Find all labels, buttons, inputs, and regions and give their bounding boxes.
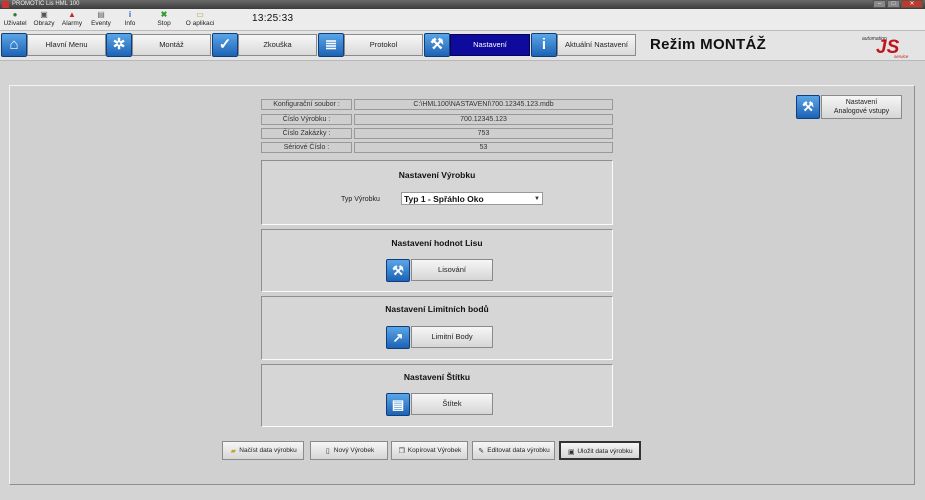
limit-points-button[interactable]: Limitní Body [411,326,493,348]
section-title: Nastavení hodnot Lisu [391,238,483,248]
analog-inputs-line1: Nastavení [845,99,878,106]
toolbar-about-button[interactable]: ▭ O aplikaci [184,10,216,30]
new-product-button[interactable]: ▯ Nový Výrobek [310,441,388,460]
save-product-label: Uložit data výrobku [577,448,633,455]
window-title: PROMOTIC Lis HML 100 [12,1,80,7]
events-icon: ▤ [97,10,105,19]
section-title: Nastavení Limitních bodů [385,304,489,314]
info-value: 53 [354,142,613,153]
images-icon: ▣ [40,10,48,19]
copy-product-button[interactable]: ❐ Kopírovat Výrobek [391,441,468,460]
app-icon [2,1,9,8]
product-type-label: Typ Výrobku [341,196,380,203]
new-document-icon: ▯ [325,448,330,455]
save-product-button[interactable]: ▣ Uložit data výrobku [559,441,641,460]
folder-open-icon: ▰ [230,448,236,455]
company-logo: automation JS service [862,36,916,60]
toolbar-stop-button[interactable]: ✖ Stop [149,10,179,30]
check-icon[interactable]: ✓ [212,33,238,57]
info-value: 700.12345.123 [354,114,613,125]
nav-montaz[interactable]: Montáž [132,34,211,56]
info-value: C:\HML100\NASTAVENI\700.12345.123.mdb [354,99,613,110]
toolbar-alarms-button[interactable]: ▲ Alarmy [57,10,87,30]
product-type-select[interactable]: Typ 1 - Spřáhlo Oko ▼ [401,192,543,205]
maximize-icon[interactable]: □ [887,0,900,8]
info-label: Konfigurační soubor : [261,99,352,110]
load-product-label: Načíst data výrobku [239,447,297,454]
section-press-settings: Nastavení hodnot Lisu ⚒ Lisování [261,229,613,292]
gears-icon[interactable]: ✲ [106,33,132,57]
info-row-config-file: Konfigurační soubor : C:\HML100\NASTAVEN… [261,99,613,110]
wrench-icon[interactable]: ⚒ [386,259,410,282]
product-type-value: Typ 1 - Spřáhlo Oko [404,194,484,204]
info-value: 753 [354,128,613,139]
toolbar-stop-label: Stop [157,20,171,27]
edit-product-label: Editovat data výrobku [487,447,550,454]
dropdown-arrow-icon: ▼ [534,196,540,202]
document-icon[interactable]: ≣ [318,33,344,57]
info-row-product-number: Číslo Výrobku : 700.12345.123 [261,114,613,125]
toolbar-about-label: O aplikaci [185,20,215,27]
clock-display: 13:25:33 [252,13,294,24]
copy-product-label: Kopírovat Výrobek [407,447,462,454]
section-title: Nastavení Výrobku [398,170,476,180]
toolbar-images-button[interactable]: ▣ Obrazy [29,10,59,30]
window-titlebar: PROMOTIC Lis HML 100 – □ ✕ [0,0,925,9]
minimize-icon[interactable]: – [873,0,886,8]
nav-zkouska[interactable]: Zkouška [238,34,317,56]
label-button[interactable]: Štítek [411,393,493,415]
logo-line2: service [894,54,909,59]
info-icon[interactable]: i [531,33,557,57]
toolbar-user-button[interactable]: ● Uživatel [0,10,30,30]
press-button[interactable]: Lisování [411,259,493,281]
toolbar-alarms-label: Alarmy [61,20,83,27]
toolbar-user-label: Uživatel [3,20,27,27]
mode-title: Režim MONTÁŽ [650,36,767,53]
nav-nastaveni[interactable]: Nastavení [450,34,530,56]
alarm-icon: ▲ [68,10,76,19]
edit-icon: ✎ [478,448,485,455]
nav-hlavni-menu[interactable]: Hlavní Menu [27,34,106,56]
toolbar-events-button[interactable]: ▤ Eventy [86,10,116,30]
wrench-icon[interactable]: ⚒ [424,33,450,57]
section-limit-settings: Nastavení Limitních bodů ↗ Limitní Body [261,296,613,360]
toolbar-info-label: Info [124,20,136,27]
info-row-order-number: Číslo Zakázky : 753 [261,128,613,139]
section-product-settings: Nastavení Výrobku Typ Výrobku Typ 1 - Sp… [261,160,613,225]
toolbar-events-label: Eventy [91,20,111,27]
info-icon: i [128,10,132,19]
info-row-serial-number: Sériové Číslo : 53 [261,142,613,153]
info-label: Sériové Číslo : [261,142,352,153]
chart-icon[interactable]: ↗ [386,326,410,349]
about-icon: ▭ [196,10,204,19]
new-product-label: Nový Výrobek [333,447,375,454]
window-controls: – □ ✕ [873,0,923,9]
stop-icon: ✖ [160,10,168,19]
nav-protokol[interactable]: Protokol [344,34,423,56]
nav-aktualni-nastaveni[interactable]: Aktuální Nastavení [557,34,636,56]
printer-icon[interactable]: ▤ [386,393,410,416]
section-title: Nastavení Štítku [403,372,471,382]
info-label: Číslo Zakázky : [261,128,352,139]
copy-icon: ❐ [398,448,405,455]
load-product-button[interactable]: ▰ Načíst data výrobku [222,441,304,460]
toolbar-images-label: Obrazy [33,20,55,27]
section-label-settings: Nastavení Štítku ▤ Štítek [261,364,613,427]
wrench-icon[interactable]: ⚒ [796,95,820,119]
info-label: Číslo Výrobku : [261,114,352,125]
analog-inputs-button[interactable]: Nastavení Analogové vstupy [821,95,902,119]
home-icon[interactable]: ⌂ [1,33,27,57]
analog-inputs-line2: Analogové vstupy [833,108,890,115]
save-icon: ▣ [568,449,575,456]
edit-product-button[interactable]: ✎ Editovat data výrobku [472,441,555,460]
close-icon[interactable]: ✕ [901,0,923,8]
top-toolbar: ● Uživatel ▣ Obrazy ▲ Alarmy ▤ Eventy i … [0,9,925,31]
toolbar-info-button[interactable]: i Info [115,10,145,30]
user-icon: ● [12,10,18,19]
